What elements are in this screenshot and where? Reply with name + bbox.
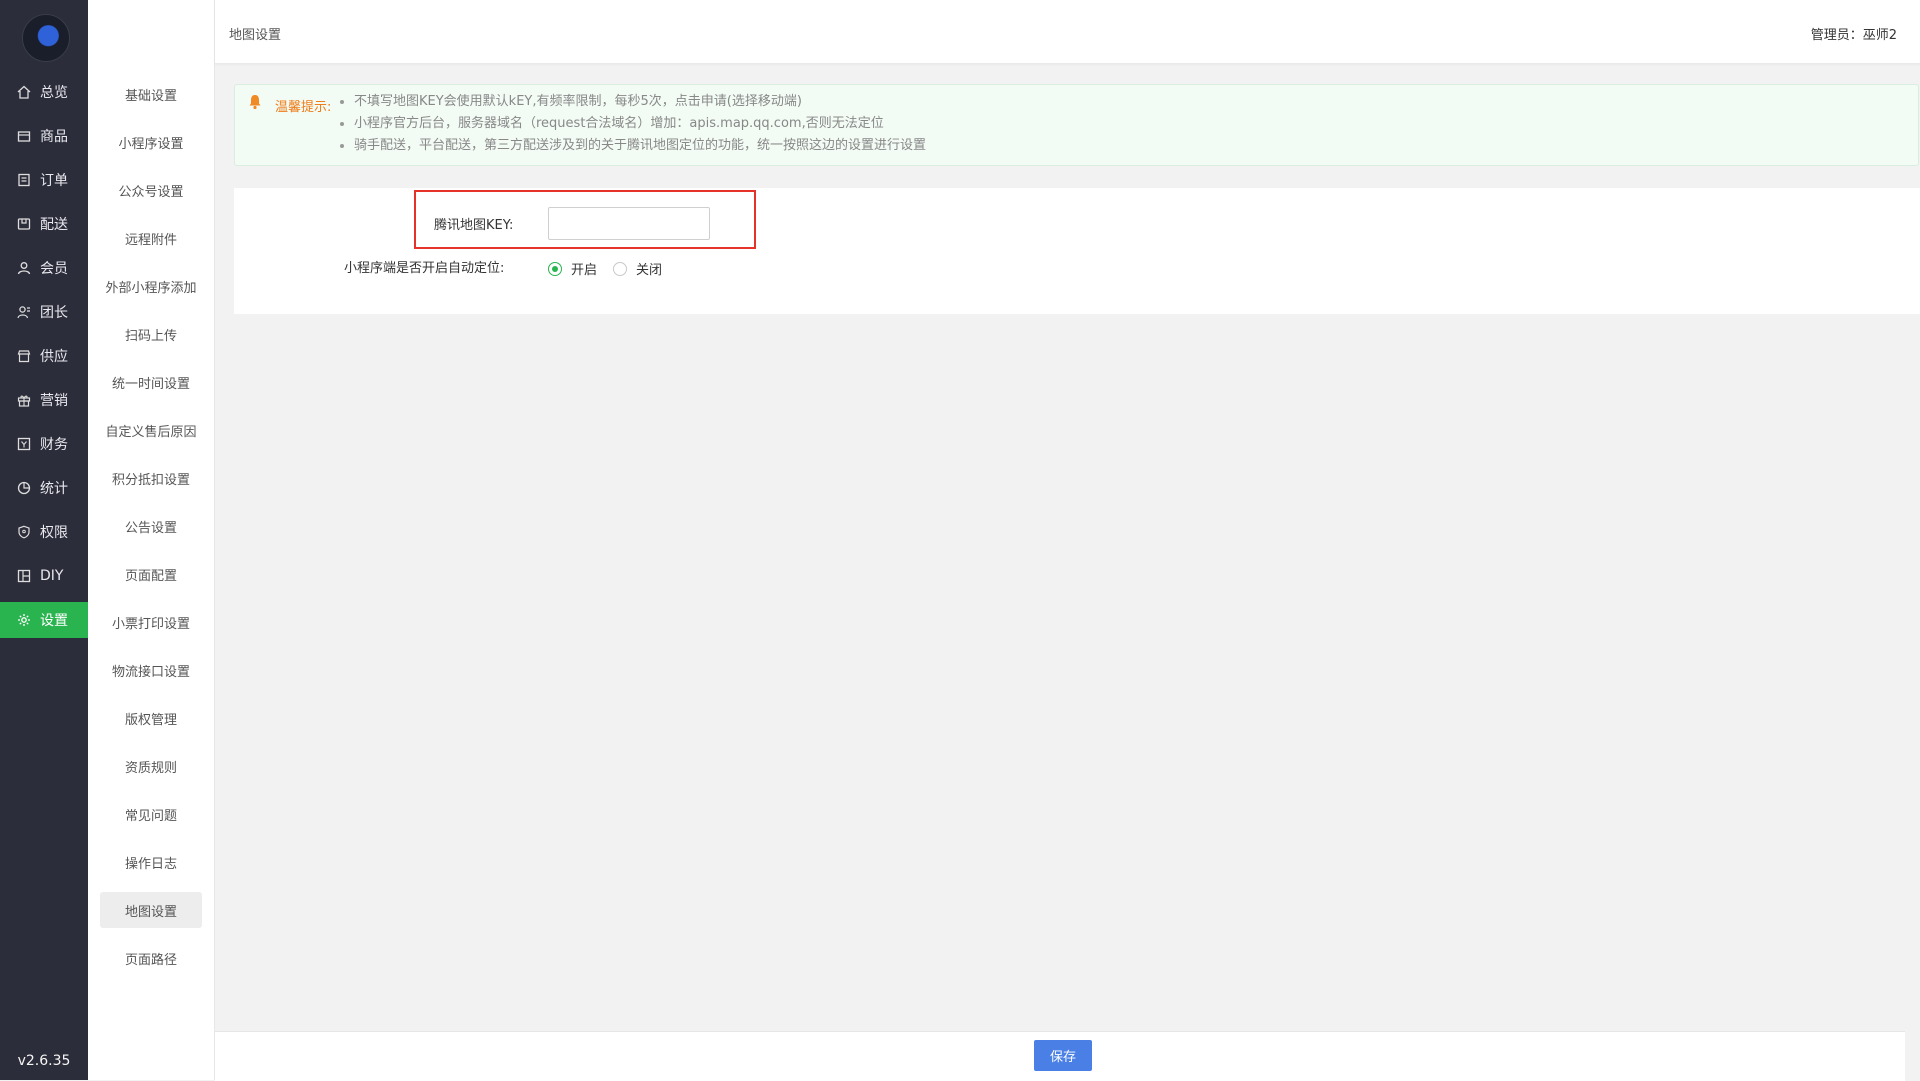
rail-item-orders[interactable]: 订单 (0, 162, 88, 198)
rail-item-finance[interactable]: 财务 (0, 426, 88, 462)
radio-dot (613, 261, 627, 276)
bell-icon (248, 94, 262, 114)
notice-item: 不填写地图KEY会使用默认kEY,有频率限制，每秒5次，点击申请(选择移动端) (339, 91, 926, 113)
user-icon (16, 260, 32, 276)
rail-item-label: 团长 (40, 305, 68, 321)
radio-disable[interactable]: 关闭 (613, 259, 662, 278)
map-key-label: 腾讯地图KEY: (434, 218, 514, 233)
subnav-item[interactable]: 版权管理 (100, 700, 202, 736)
subnav-item[interactable]: 公告设置 (100, 508, 202, 544)
layout-icon (16, 568, 32, 584)
leader-icon (16, 304, 32, 320)
notice-item: 小程序官方后台，服务器域名（request合法域名）增加：apis.map.qq… (339, 113, 926, 135)
subnav-item[interactable]: 页面路径 (100, 940, 202, 976)
map-key-input[interactable] (548, 207, 710, 240)
rail-item-supply[interactable]: 供应 (0, 338, 88, 374)
avatar[interactable] (22, 14, 70, 62)
rail-item-label: 会员 (40, 261, 68, 277)
subnav-item[interactable]: 资质规则 (100, 748, 202, 784)
order-icon (16, 172, 32, 188)
rail-item-label: 订单 (40, 173, 68, 189)
subnav-item[interactable]: 常见问题 (100, 796, 202, 832)
subnav-item[interactable]: 小程序设置 (100, 124, 202, 160)
notice-title: 温馨提示: (275, 100, 332, 115)
subnav-item[interactable]: 外部小程序添加 (100, 268, 202, 304)
subnav-item-map-settings[interactable]: 地图设置 (100, 892, 202, 928)
box-icon (16, 128, 32, 144)
radio-dot-checked (548, 261, 562, 276)
rail-item-label: DIY (40, 568, 64, 584)
subnav-item[interactable]: 公众号设置 (100, 172, 202, 208)
subnav-item[interactable]: 扫码上传 (100, 316, 202, 352)
radio-enable[interactable]: 开启 (548, 259, 597, 278)
radio-label: 开启 (571, 263, 598, 278)
version-label: v2.6.35 (17, 1053, 71, 1069)
rail-item-label: 总览 (40, 85, 68, 101)
pie-chart-icon (16, 480, 32, 496)
rail-item-permissions[interactable]: 权限 (0, 514, 88, 550)
tips-notice: 温馨提示: 不填写地图KEY会使用默认kEY,有频率限制，每秒5次，点击申请(选… (234, 84, 1919, 166)
subnav-item[interactable]: 物流接口设置 (100, 652, 202, 688)
subnav-item[interactable]: 积分抵扣设置 (100, 460, 202, 496)
save-button[interactable]: 保存 (1034, 1040, 1092, 1071)
gift-icon (16, 392, 32, 408)
rail-item-label: 营销 (40, 393, 68, 409)
rail-item-members[interactable]: 会员 (0, 250, 88, 286)
rail-item-label: 财务 (40, 437, 68, 453)
radio-label: 关闭 (636, 263, 663, 278)
rail-item-label: 供应 (40, 349, 68, 365)
rail-item-overview[interactable]: 总览 (0, 74, 88, 110)
rail-item-delivery[interactable]: 配送 (0, 206, 88, 242)
top-header: 地图设置 管理员：巫师2 (215, 0, 1920, 64)
rail-item-label: 权限 (40, 525, 68, 541)
rail-item-diy[interactable]: DIY (0, 558, 88, 594)
rail-item-label: 商品 (40, 129, 68, 145)
subnav-item[interactable]: 操作日志 (100, 844, 202, 880)
subnav-item[interactable]: 小票打印设置 (100, 604, 202, 640)
store-icon (16, 348, 32, 364)
subnav-item[interactable]: 远程附件 (100, 220, 202, 256)
rail-item-leader[interactable]: 团长 (0, 294, 88, 330)
subnav-item[interactable]: 统一时间设置 (100, 364, 202, 400)
home-icon (16, 84, 32, 100)
shield-icon (16, 524, 32, 540)
admin-user-label[interactable]: 管理员：巫师2 (1811, 24, 1897, 43)
notice-item: 骑手配送，平台配送，第三方配送涉及到的关于腾讯地图定位的功能，统一按照这边的设置… (339, 135, 926, 157)
rail-item-label: 设置 (40, 613, 68, 629)
delivery-icon (16, 216, 32, 232)
notice-list: 不填写地图KEY会使用默认kEY,有频率限制，每秒5次，点击申请(选择移动端) … (339, 85, 926, 157)
main-sidebar: 总览 商品 订单 配送 会员 团长 供应 营销 财务 统计 权限 DIY 设置 … (0, 0, 88, 1080)
rail-item-marketing[interactable]: 营销 (0, 382, 88, 418)
subnav-item[interactable]: 自定义售后原因 (100, 412, 202, 448)
settings-subnav: 基础设置 小程序设置 公众号设置 远程附件 外部小程序添加 扫码上传 统一时间设… (88, 0, 215, 1080)
rail-item-label: 统计 (40, 481, 68, 497)
rail-item-label: 配送 (40, 217, 68, 233)
gear-icon (16, 612, 32, 628)
breadcrumb: 地图设置 (229, 28, 282, 43)
rail-item-settings[interactable]: 设置 (0, 602, 88, 638)
subnav-item[interactable]: 页面配置 (100, 556, 202, 592)
finance-icon (16, 436, 32, 452)
rail-item-goods[interactable]: 商品 (0, 118, 88, 154)
rail-item-statistics[interactable]: 统计 (0, 470, 88, 506)
subnav-item[interactable]: 基础设置 (100, 76, 202, 112)
auto-location-label: 小程序端是否开启自动定位: (344, 261, 505, 276)
